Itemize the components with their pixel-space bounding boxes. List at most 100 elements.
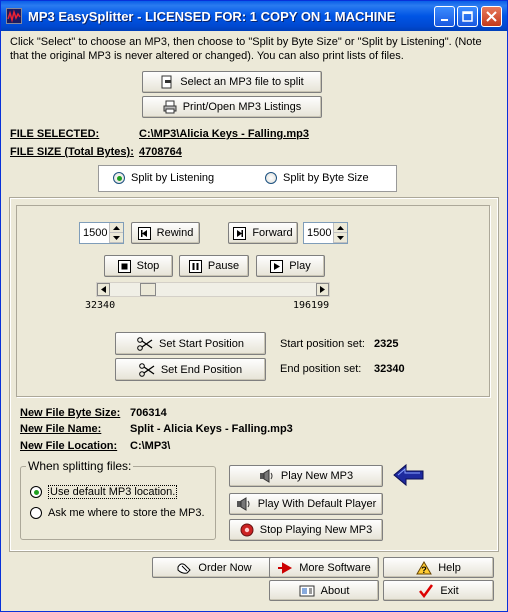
- arrow-icon: [277, 561, 293, 574]
- play-icon: [270, 259, 284, 273]
- rewind-icon: [137, 226, 151, 240]
- record-icon: [240, 523, 254, 537]
- start-position-value: 2325: [374, 338, 399, 350]
- help-icon: ?: [416, 560, 433, 575]
- play-new-mp3-label: Play New MP3: [280, 470, 354, 482]
- about-label: About: [320, 584, 350, 597]
- title-bar[interactable]: MP3 EasySplitter - LICENSED FOR: 1 COPY …: [1, 1, 507, 31]
- set-end-position-button[interactable]: Set End Position: [115, 358, 266, 381]
- file-selected-label: FILE SELECTED:: [10, 128, 100, 140]
- scissors-icon: [137, 336, 153, 351]
- app-waveform-icon: [6, 8, 22, 24]
- splitting-options-title: When splitting files:: [26, 459, 134, 473]
- instructions-text: Click "Select" to choose an MP3, then ch…: [10, 36, 482, 62]
- exit-button[interactable]: Exit: [383, 580, 494, 601]
- blue-left-arrow-icon: [393, 463, 425, 490]
- set-start-position-label: Set Start Position: [159, 337, 244, 350]
- ask-location-label: Ask me where to store the MP3.: [48, 507, 205, 519]
- pause-label: Pause: [207, 260, 240, 272]
- forward-icon: [233, 226, 247, 240]
- ask-location-radio[interactable]: Ask me where to store the MP3.: [30, 507, 205, 519]
- spin-up-icon[interactable]: [334, 223, 347, 233]
- exit-check-icon: [418, 583, 434, 598]
- select-mp3-label: Select an MP3 file to split: [180, 76, 304, 88]
- spinner-arrows[interactable]: [109, 223, 123, 243]
- stop-button[interactable]: Stop: [104, 255, 173, 277]
- stop-label: Stop: [136, 260, 160, 272]
- about-button[interactable]: About: [269, 580, 379, 601]
- pause-button[interactable]: Pause: [179, 255, 249, 277]
- spin-up-icon[interactable]: [110, 223, 123, 233]
- end-position-value: 32340: [374, 363, 405, 375]
- set-start-position-button[interactable]: Set Start Position: [115, 332, 266, 355]
- pause-icon: [188, 259, 202, 273]
- maximize-button[interactable]: [457, 6, 478, 27]
- new-file-location-label: New File Location:: [20, 440, 118, 452]
- select-file-icon: [160, 75, 174, 89]
- spinner-arrows[interactable]: [333, 223, 347, 243]
- more-software-button[interactable]: More Software: [269, 557, 379, 578]
- speaker-icon: [259, 469, 275, 483]
- exit-label: Exit: [440, 584, 459, 597]
- new-file-name-label: New File Name:: [20, 423, 102, 435]
- set-end-position-label: Set End Position: [160, 363, 243, 376]
- select-mp3-button[interactable]: Select an MP3 file to split: [142, 71, 322, 93]
- file-size-label: FILE SIZE (Total Bytes):: [10, 146, 134, 158]
- forward-button[interactable]: Forward: [228, 222, 298, 244]
- split-by-listening-radio[interactable]: Split by Listening: [113, 172, 214, 184]
- spin-down-icon[interactable]: [334, 233, 347, 243]
- split-by-listening-label: Split by Listening: [131, 172, 215, 184]
- close-icon: [486, 11, 497, 22]
- forward-amount-value: 1500: [307, 227, 332, 239]
- help-label: Help: [438, 561, 461, 574]
- play-new-mp3-button[interactable]: Play New MP3: [229, 465, 383, 487]
- radio-unselected-indicator: [265, 172, 277, 184]
- speaker-icon: [236, 497, 252, 511]
- use-default-location-radio[interactable]: Use default MP3 location.: [30, 485, 178, 499]
- stop-icon: [117, 259, 131, 273]
- radio-selected-indicator: [30, 486, 42, 498]
- play-label: Play: [289, 260, 311, 272]
- stop-playing-new-mp3-label: Stop Playing New MP3: [259, 524, 373, 536]
- scissors-icon: [139, 362, 155, 377]
- split-by-bytesize-radio[interactable]: Split by Byte Size: [265, 172, 369, 184]
- rewind-amount-value: 1500: [83, 227, 108, 239]
- end-position-label: End position set:: [280, 363, 362, 375]
- scroll-thumb[interactable]: [140, 283, 156, 296]
- play-button[interactable]: Play: [256, 255, 325, 277]
- split-mode-group: Split by Listening Split by Byte Size: [98, 165, 397, 192]
- print-listings-label: Print/Open MP3 Listings: [182, 101, 302, 113]
- maximize-icon: [462, 11, 473, 22]
- radio-unselected-indicator: [30, 507, 42, 519]
- play-default-player-button[interactable]: Play With Default Player: [229, 493, 383, 515]
- scroll-right-icon[interactable]: [316, 283, 329, 296]
- forward-label: Forward: [252, 227, 293, 239]
- spin-down-icon[interactable]: [110, 233, 123, 243]
- help-button[interactable]: ? Help: [383, 557, 494, 578]
- minimize-button[interactable]: [434, 6, 455, 27]
- new-file-size-label: New File Byte Size:: [20, 407, 121, 419]
- scroll-left-value: 32340: [85, 300, 116, 311]
- position-scrollbar[interactable]: [96, 282, 330, 297]
- use-default-location-label: Use default MP3 location.: [48, 485, 178, 499]
- minimize-icon: [440, 18, 448, 21]
- play-default-player-label: Play With Default Player: [257, 498, 377, 510]
- forward-amount-spinner[interactable]: 1500: [303, 222, 348, 244]
- start-position-label: Start position set:: [280, 338, 365, 350]
- svg-text:?: ?: [421, 565, 427, 575]
- radio-selected-indicator: [113, 172, 125, 184]
- order-icon: [176, 561, 192, 575]
- close-button[interactable]: [481, 6, 502, 27]
- order-now-button[interactable]: Order Now: [152, 557, 276, 578]
- printer-icon: [163, 100, 177, 114]
- order-now-label: Order Now: [198, 561, 252, 574]
- split-by-bytesize-label: Split by Byte Size: [283, 172, 369, 184]
- print-listings-button[interactable]: Print/Open MP3 Listings: [142, 96, 322, 118]
- new-file-location-value: C:\MP3\: [130, 440, 171, 452]
- stop-playing-new-mp3-button[interactable]: Stop Playing New MP3: [229, 519, 383, 541]
- scroll-left-icon[interactable]: [97, 283, 110, 296]
- new-file-size-value: 706314: [130, 407, 167, 419]
- rewind-button[interactable]: Rewind: [131, 222, 200, 244]
- new-file-name-value: Split - Alicia Keys - Falling.mp3: [130, 423, 293, 435]
- rewind-amount-spinner[interactable]: 1500: [79, 222, 124, 244]
